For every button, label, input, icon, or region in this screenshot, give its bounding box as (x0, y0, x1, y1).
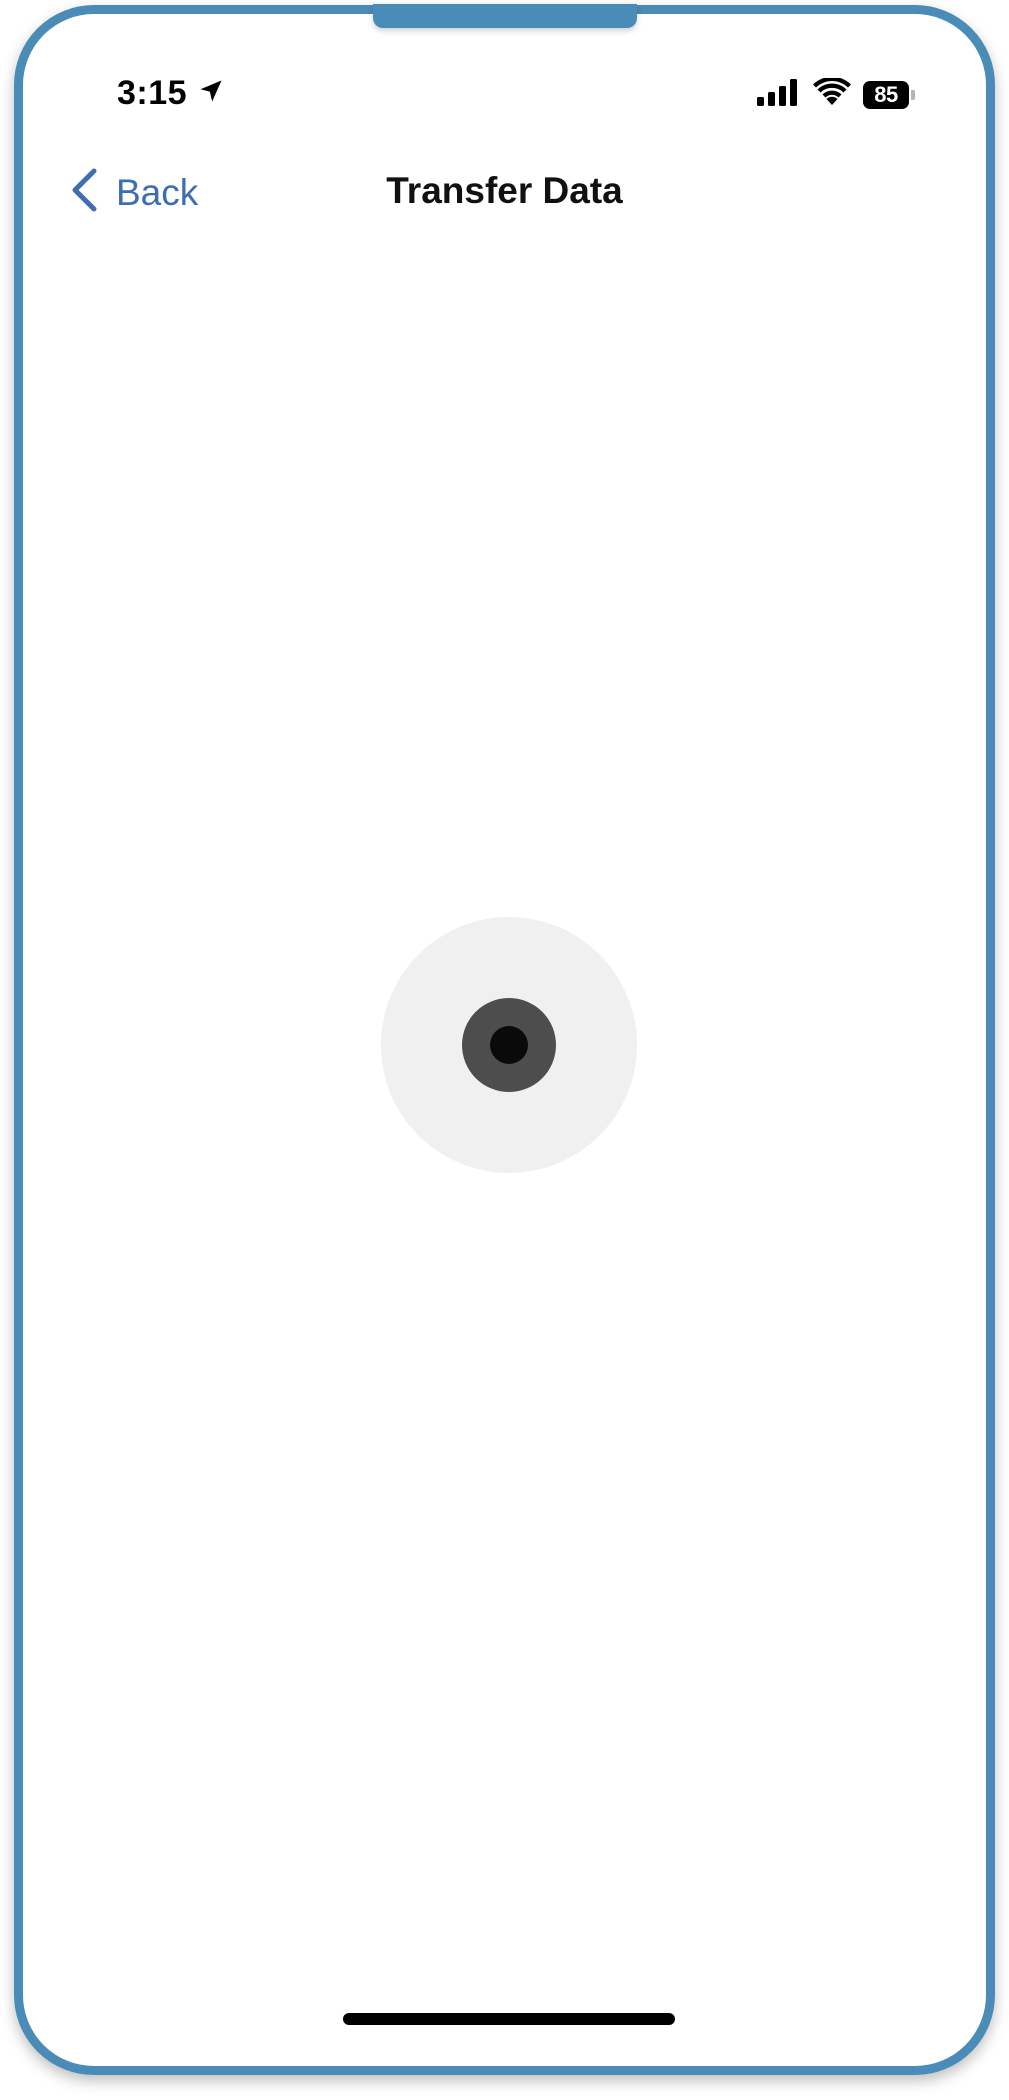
location-arrow-icon (197, 77, 225, 110)
battery-icon: 85 (863, 80, 915, 109)
status-indicators: 85 (757, 76, 915, 111)
status-time-group: 3:15 (117, 74, 225, 113)
device-notch (373, 4, 637, 28)
page-title: Transfer Data (386, 170, 623, 211)
cellular-signal-icon (757, 78, 801, 111)
status-time: 3:15 (117, 74, 188, 112)
home-indicator[interactable] (343, 2013, 675, 2025)
battery-cap (911, 89, 915, 100)
battery-level: 85 (863, 80, 909, 109)
wifi-icon (813, 76, 851, 111)
loading-indicator-core (490, 1026, 528, 1064)
